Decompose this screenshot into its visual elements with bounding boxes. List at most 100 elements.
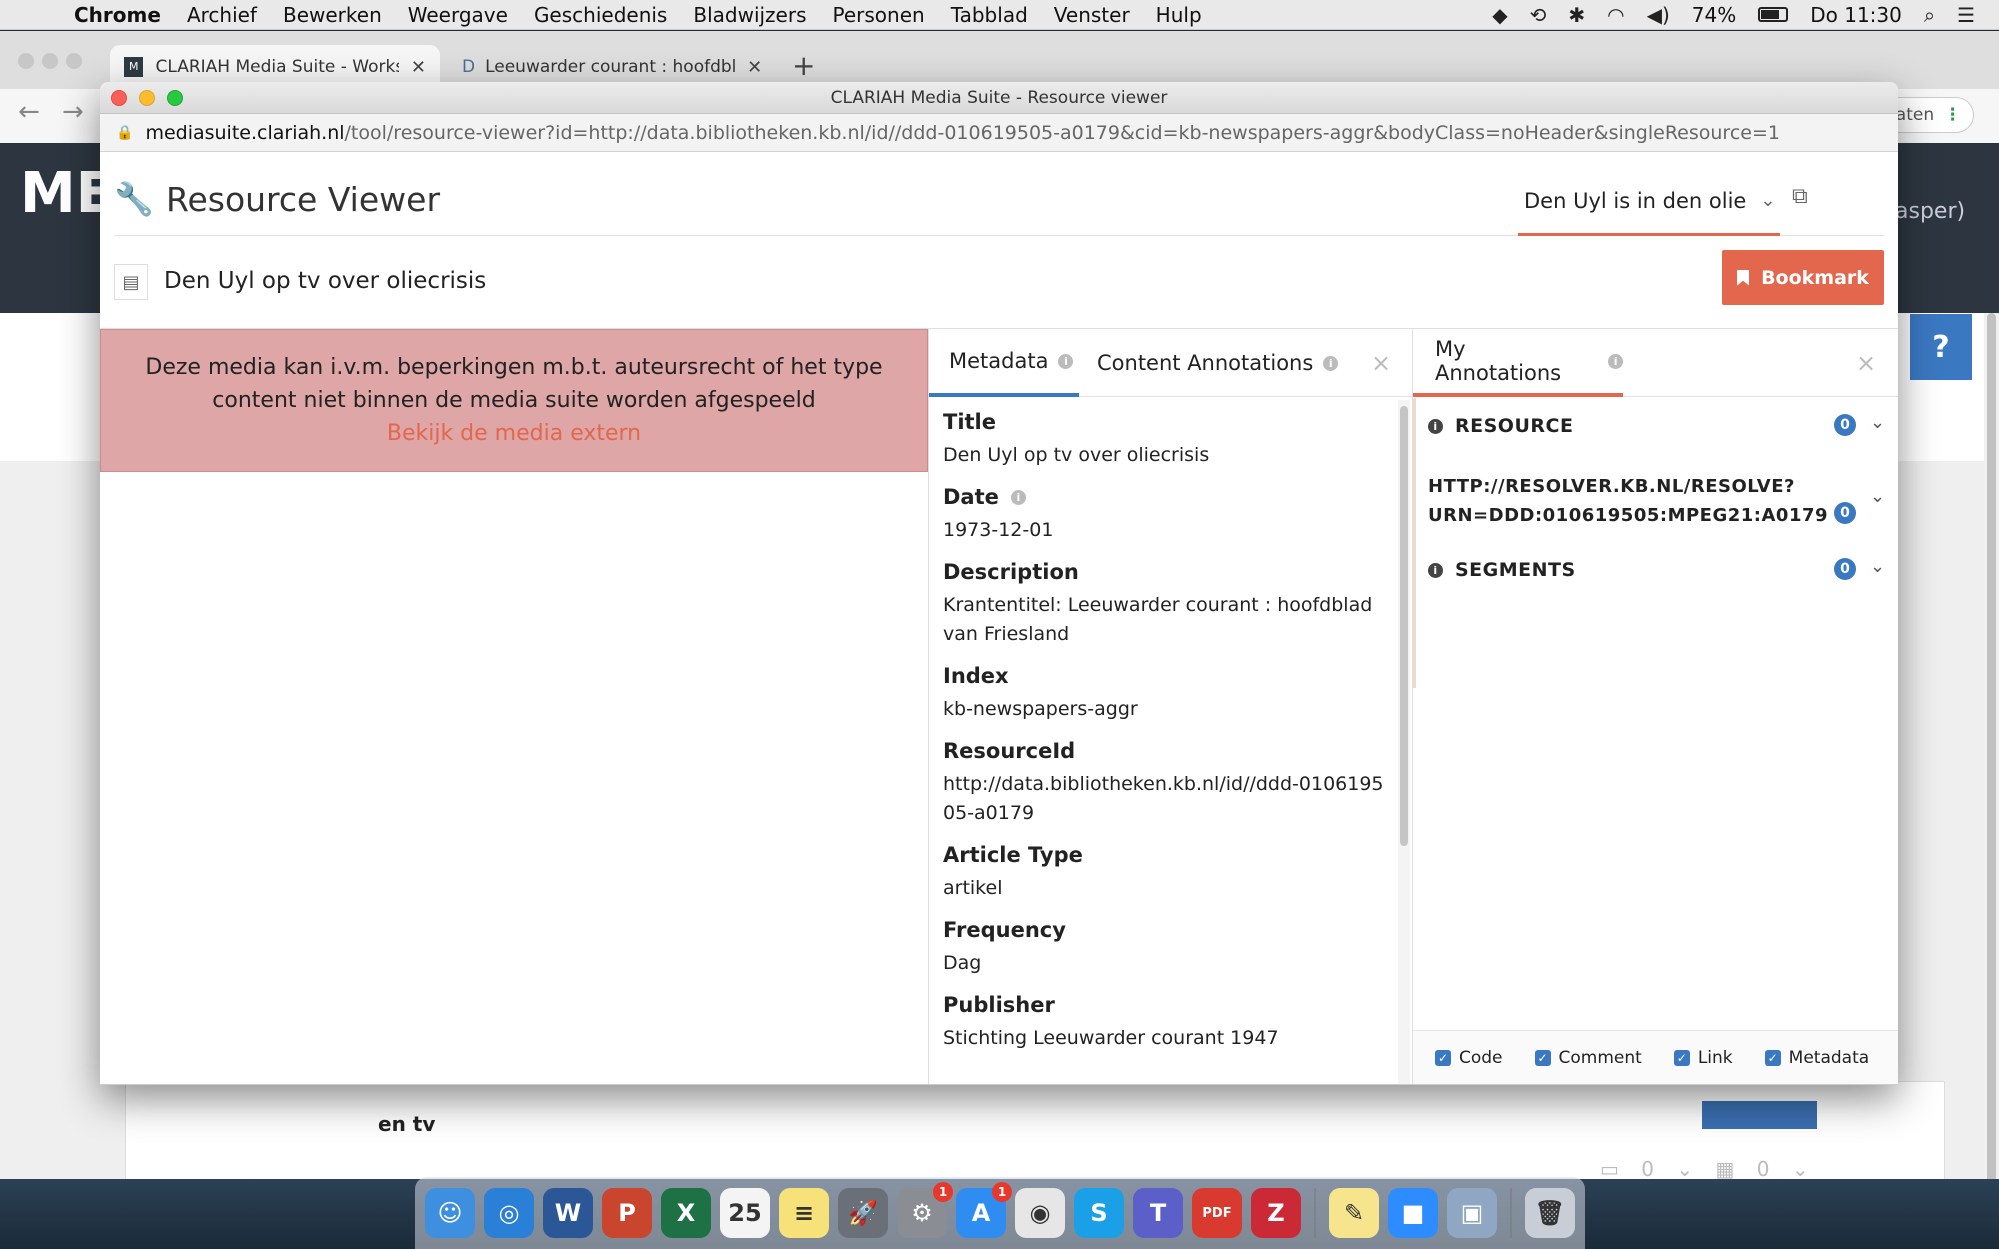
battery-percent[interactable]: 74%	[1692, 3, 1736, 27]
dock-finder-icon[interactable]: ☺	[425, 1188, 475, 1238]
checkbox-checked-icon[interactable]: ✓	[1764, 1050, 1781, 1066]
annotation-section-target[interactable]: HTTP://RESOLVER.KB.NL/RESOLVE? URN=DDD:0…	[1428, 472, 1883, 530]
checkbox-checked-icon[interactable]: ✓	[1435, 1050, 1451, 1066]
dock-powerpoint-icon[interactable]: P	[602, 1188, 652, 1238]
metadata-field-frequency: Frequency Dag	[943, 915, 1388, 978]
info-icon[interactable]: i	[1428, 418, 1443, 434]
forward-arrow-icon[interactable]: →	[62, 97, 84, 127]
dock-trash-icon[interactable]: 🗑	[1525, 1188, 1575, 1238]
lock-icon[interactable]: 🔒	[116, 125, 133, 141]
filter-metadata[interactable]: ✓ Metadata	[1764, 1048, 1869, 1068]
dock-excel-icon[interactable]: X	[661, 1188, 711, 1238]
tab-my-annotations[interactable]: My Annotations i	[1413, 329, 1623, 397]
dock-zoom-icon[interactable]: ■	[1388, 1188, 1438, 1238]
menu-archief[interactable]: Archief	[187, 3, 257, 27]
menu-venster[interactable]: Venster	[1054, 3, 1130, 27]
checkbox-checked-icon[interactable]: ✓	[1534, 1050, 1551, 1066]
new-tab-button[interactable]: +	[792, 49, 815, 82]
card-action-button[interactable]	[1702, 1101, 1817, 1129]
chevron-down-icon[interactable]: ⌄	[1870, 412, 1885, 433]
popup-address-bar[interactable]: 🔒 mediasuite.clariah.nl /tool/resource-v…	[100, 114, 1898, 152]
tab-metadata[interactable]: Metadata i	[929, 329, 1079, 397]
chevron-down-icon[interactable]: ⌄	[1870, 486, 1885, 507]
info-icon[interactable]: i	[1428, 562, 1443, 578]
sync-icon[interactable]: ⟲	[1530, 3, 1547, 27]
dock-safari-icon[interactable]: ◎	[484, 1188, 534, 1238]
wifi-icon[interactable]: ◠	[1607, 3, 1624, 27]
close-annotations-panel-icon[interactable]: ×	[1856, 349, 1876, 377]
dock-stickies-icon[interactable]: ✎	[1329, 1188, 1379, 1238]
menu-tabblad[interactable]: Tabblad	[951, 3, 1028, 27]
user-name[interactable]: asper)	[1895, 199, 1965, 224]
scrollbar-thumb[interactable]	[1400, 406, 1408, 846]
filter-link[interactable]: ✓ Link	[1673, 1048, 1733, 1068]
project-select-value: Den Uyl is in den olie	[1524, 188, 1747, 213]
menu-hulp[interactable]: Hulp	[1156, 3, 1202, 27]
dock-system-preferences-icon[interactable]: ⚙ 1	[897, 1182, 953, 1238]
external-link-icon[interactable]: ⧉	[1792, 184, 1808, 209]
dock-chrome-icon[interactable]: ◉	[1015, 1188, 1065, 1238]
field-value: Dag	[943, 952, 982, 974]
tab-close-icon[interactable]: ✕	[411, 57, 426, 78]
menu-personen[interactable]: Personen	[833, 3, 925, 27]
scrollbar-thumb[interactable]	[1987, 313, 1996, 1203]
spotlight-search-icon[interactable]: ⌕	[1924, 3, 1935, 27]
more-menu-icon[interactable]: ⋮	[1944, 105, 1961, 125]
back-arrow-icon[interactable]: ←	[18, 97, 40, 127]
resource-title-row: ▤ Den Uyl op tv over oliecrisis	[114, 254, 1884, 324]
window-zoom-dim[interactable]	[66, 53, 82, 69]
menubar-clock[interactable]: Do 11:30	[1810, 3, 1902, 27]
metadata-scrollbar[interactable]	[1398, 400, 1410, 1085]
info-icon[interactable]: i	[1010, 489, 1026, 505]
dock-launchpad-icon[interactable]: 🚀	[838, 1188, 888, 1238]
dock-calendar-icon[interactable]: 25	[720, 1188, 770, 1238]
annotation-count-badge: 0	[1834, 502, 1856, 524]
dock-teams-icon[interactable]: T	[1133, 1188, 1183, 1238]
chevron-down-icon[interactable]: ⌄	[1792, 1157, 1817, 1181]
dock-preview-icon[interactable]: ▣	[1447, 1188, 1497, 1238]
menu-geschiedenis[interactable]: Geschiedenis	[534, 3, 667, 27]
dock-app-store-icon[interactable]: A1	[956, 1182, 1012, 1238]
annotation-tag-icon[interactable]: ▭	[1600, 1157, 1627, 1181]
close-metadata-panel-icon[interactable]: ×	[1371, 349, 1391, 377]
battery-icon[interactable]	[1758, 7, 1789, 22]
bluetooth-icon[interactable]: ✱	[1568, 3, 1585, 27]
info-icon[interactable]: i	[1323, 355, 1339, 371]
page-scrollbar[interactable]	[1984, 313, 1999, 1203]
annotation-section-resource[interactable]: i RESOURCE	[1428, 415, 1883, 437]
chevron-down-icon[interactable]: ⌄	[1870, 556, 1885, 577]
info-icon[interactable]: i	[1058, 353, 1074, 369]
dock-pdf-icon[interactable]: PDF	[1192, 1188, 1242, 1238]
chevron-down-icon[interactable]: ⌄	[1676, 1157, 1701, 1181]
dock-notes-icon[interactable]: ≡	[779, 1188, 829, 1238]
bookmark-button[interactable]: Bookmark	[1722, 250, 1884, 305]
menu-app-name[interactable]: Chrome	[74, 3, 161, 27]
url-domain: mediasuite.clariah.nl	[145, 121, 345, 144]
menu-bladwijzers[interactable]: Bladwijzers	[693, 3, 806, 27]
menu-weergave[interactable]: Weergave	[408, 3, 508, 27]
annotation-section-segments[interactable]: i SEGMENTS	[1428, 559, 1883, 581]
filter-code[interactable]: ✓ Code	[1435, 1048, 1503, 1068]
metadata-tabs: Metadata i Content Annotations i ×	[929, 329, 1412, 397]
film-icon[interactable]: ▦	[1715, 1157, 1742, 1181]
window-close-dim[interactable]	[18, 53, 34, 69]
menu-bewerken[interactable]: Bewerken	[283, 3, 382, 27]
checkbox-checked-icon[interactable]: ✓	[1673, 1050, 1690, 1066]
page-title: Resource Viewer	[166, 180, 441, 219]
dock-skype-icon[interactable]: S	[1074, 1188, 1124, 1238]
tab-content-annotations[interactable]: Content Annotations i	[1097, 329, 1339, 397]
notification-center-icon[interactable]: ☰	[1957, 3, 1975, 27]
tab-close-icon[interactable]: ✕	[747, 57, 762, 78]
info-icon[interactable]: i	[1608, 353, 1623, 369]
volume-icon[interactable]: ◀)	[1647, 3, 1670, 27]
view-media-externally-link[interactable]: Bekijk de media extern	[101, 417, 927, 450]
dock-word-icon[interactable]: W	[543, 1188, 593, 1238]
popup-titlebar[interactable]: CLARIAH Media Suite - Resource viewer	[100, 82, 1898, 114]
dock-zotero-icon[interactable]: Z	[1251, 1188, 1301, 1238]
filter-comment[interactable]: ✓ Comment	[1534, 1048, 1642, 1068]
help-button[interactable]: ?	[1910, 314, 1972, 380]
window-minimize-dim[interactable]	[42, 53, 58, 69]
project-select[interactable]: Den Uyl is in den olie ⌄	[1518, 168, 1780, 236]
dropbox-icon[interactable]: ◆	[1492, 3, 1507, 27]
resource-viewer-popup: CLARIAH Media Suite - Resource viewer 🔒 …	[100, 82, 1898, 1085]
